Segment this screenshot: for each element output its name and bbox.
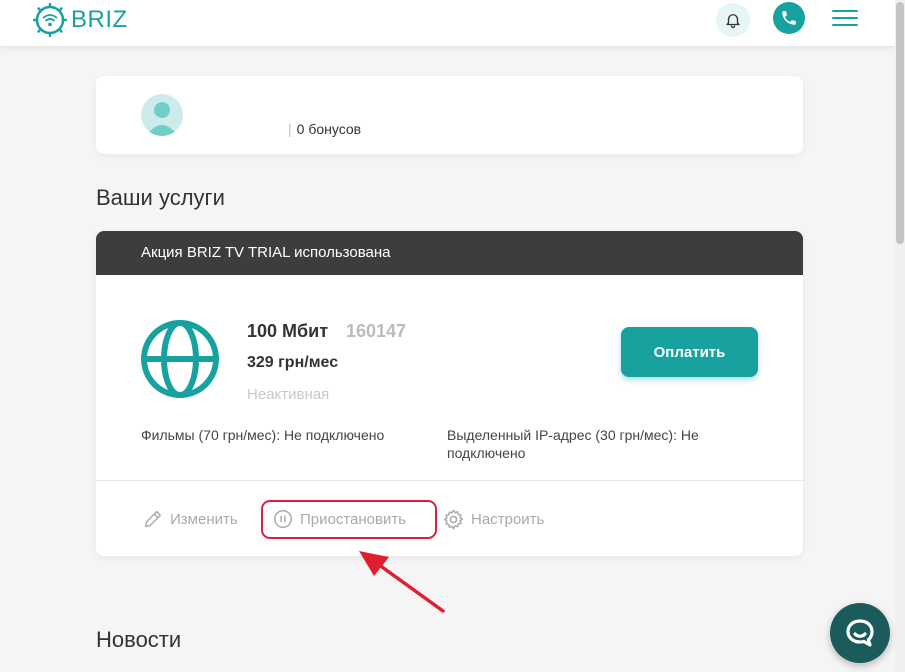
briz-logo[interactable]: BRIZ: [33, 3, 128, 37]
page-scrollbar[interactable]: [895, 0, 905, 672]
promo-banner: Акция BRIZ TV TRIAL использована: [96, 231, 803, 275]
tariff-speed: 100 Мбит: [247, 321, 329, 341]
pencil-icon: [144, 510, 162, 528]
pay-button[interactable]: Оплатить: [621, 327, 758, 377]
addon-movies: Фильмы (70 грн/мес): Не подключено: [141, 427, 385, 443]
chat-button[interactable]: [830, 603, 890, 663]
edit-label: Изменить: [170, 510, 238, 528]
news-title: Новости: [96, 627, 182, 652]
scrollbar-thumb[interactable]: [896, 2, 904, 244]
annotation-arrow-icon: [359, 551, 445, 613]
user-avatar-icon: [146, 102, 178, 136]
brand-name: BRIZ: [71, 6, 128, 33]
addon-dedicated-ip: Выделенный IP-адрес (30 грн/мес): Не под…: [447, 427, 699, 461]
phone-icon: [782, 11, 796, 25]
avatar[interactable]: [141, 94, 183, 136]
bonus-text: 0 бонусов: [296, 121, 362, 137]
pause-highlight-annotation: [261, 500, 437, 539]
configure-button[interactable]: Настроить: [442, 507, 544, 531]
gear-icon: [443, 509, 464, 529]
card-divider: [96, 480, 803, 481]
account-number: 160147: [346, 321, 407, 341]
internet-globe-icon: [141, 320, 219, 398]
bonus-counter: | 0 бонусов: [288, 121, 362, 137]
services-title: Ваши услуги: [96, 185, 225, 210]
service-status: Неактивная: [247, 386, 330, 403]
chat-bubble-icon: [846, 619, 874, 647]
hamburger-menu-icon[interactable]: [832, 10, 858, 28]
configure-label: Настроить: [471, 510, 545, 528]
call-button[interactable]: [773, 2, 805, 34]
edit-button[interactable]: Изменить: [142, 507, 238, 531]
notifications-button[interactable]: [716, 3, 750, 37]
service-card: Акция BRIZ TV TRIAL использована 100 Мби…: [96, 231, 803, 556]
top-header: BRIZ: [0, 0, 895, 46]
profile-card: | 0 бонусов: [96, 76, 803, 154]
briz-logo-icon: [33, 3, 67, 37]
tariff-price: 329 грн/мес: [247, 354, 339, 371]
bell-icon: [726, 14, 740, 29]
